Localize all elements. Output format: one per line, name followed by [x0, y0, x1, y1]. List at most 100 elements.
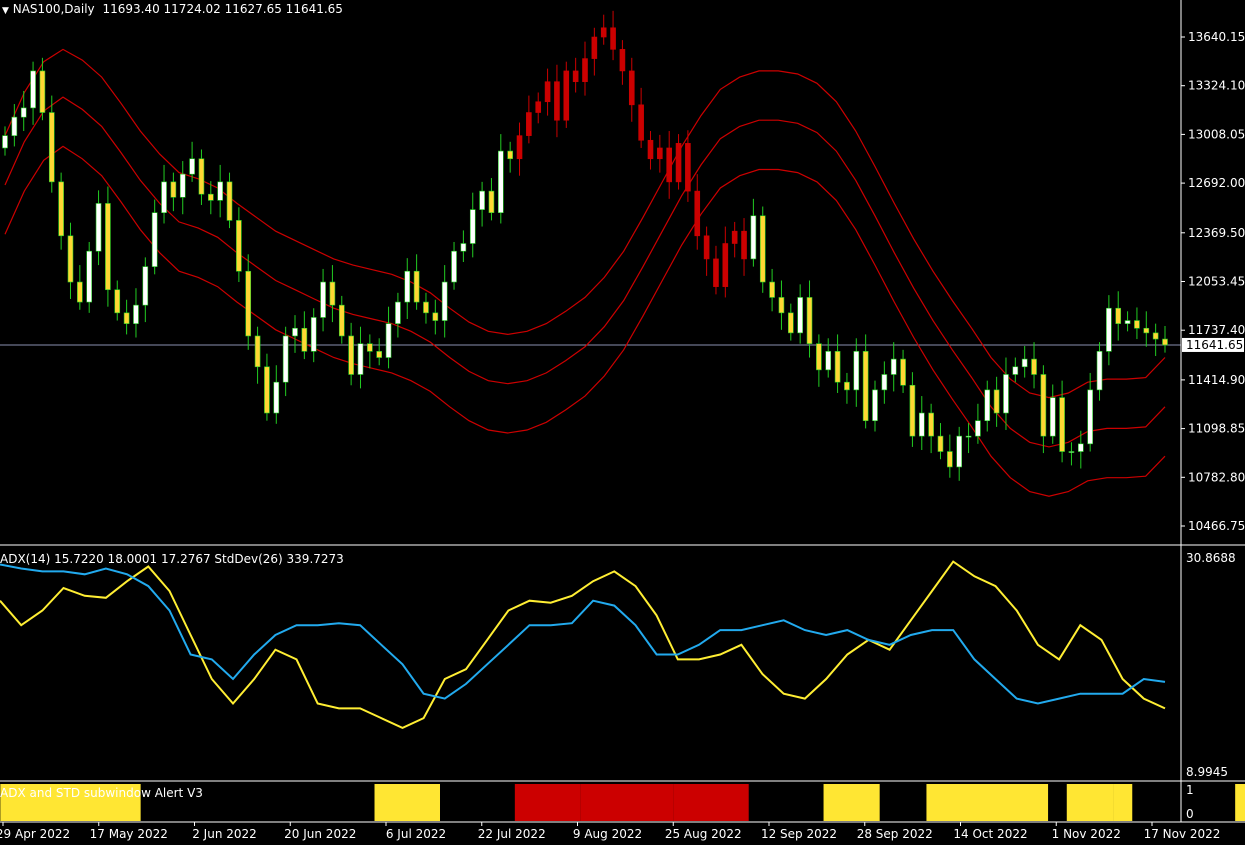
triangle-down-icon: ▼ [2, 6, 9, 16]
candle-body [685, 143, 691, 192]
candle-body [320, 281, 326, 318]
candle-body [179, 173, 186, 198]
candle-body [657, 147, 663, 160]
candle-body [189, 158, 195, 175]
price-tick-label: 13640.15 [1188, 30, 1245, 44]
candle-body [741, 230, 747, 260]
candle-body [816, 343, 822, 371]
candle-body [479, 190, 485, 210]
candle-body [20, 107, 27, 118]
candle-body [1031, 358, 1037, 375]
candle-body [572, 70, 579, 83]
alert-block-yellow [1066, 784, 1114, 821]
candle-body [713, 258, 719, 287]
candle-body [619, 49, 626, 72]
chart-canvas[interactable]: 13640.15 13324.10 13008.05 12692.00 12369.50… [0, 0, 1245, 845]
candle-body [610, 27, 616, 50]
current-price-label: 11641.65 [1186, 338, 1243, 352]
alert-block-red [580, 784, 674, 821]
candle-body [1068, 451, 1075, 453]
candle-body [853, 351, 860, 391]
candle-body [918, 412, 925, 437]
candle-body [694, 190, 701, 237]
price-tick-label: 10782.80 [1188, 470, 1245, 484]
adx-line [0, 560, 1166, 730]
candle-body [245, 270, 252, 337]
candle-body [142, 266, 149, 306]
time-tick-label: 12 Sep 2022 [761, 827, 837, 841]
candle-body [750, 215, 757, 260]
candle-body [965, 435, 972, 438]
candle-body [460, 243, 467, 252]
alert-block-yellow [823, 784, 880, 821]
candle-body [937, 435, 944, 452]
candle-body [301, 327, 308, 352]
candle-body [834, 351, 841, 383]
time-tick-label: 9 Aug 2022 [573, 827, 642, 841]
time-tick-label: 25 Aug 2022 [665, 827, 742, 841]
candle-body [591, 36, 598, 59]
candle-body [264, 366, 270, 414]
candle-body [769, 281, 775, 298]
candle-body [451, 250, 457, 283]
alert-block-red [673, 784, 749, 821]
candle-body [1106, 307, 1112, 352]
candle-body [123, 312, 130, 324]
candle-body [582, 58, 588, 83]
alert-block-yellow [1113, 784, 1133, 821]
candle-body [947, 451, 953, 468]
candle-body [95, 203, 102, 252]
candle-body [254, 335, 261, 368]
candle-body [928, 412, 934, 437]
candle-body [862, 351, 869, 422]
candle-body [432, 312, 439, 321]
candle-body [731, 230, 738, 244]
candle-body [872, 389, 878, 422]
candle-body [507, 150, 513, 160]
candle-body [1096, 351, 1103, 391]
candle-body [282, 335, 289, 383]
time-tick-label: 14 Oct 2022 [953, 827, 1027, 841]
price-tick-label: 11737.40 [1188, 323, 1245, 337]
candle-body [638, 104, 644, 141]
alert-block-yellow [1235, 784, 1245, 821]
candle-body [413, 270, 420, 303]
alert-block-yellow [374, 784, 440, 821]
candle-body [273, 381, 280, 414]
candle-body [498, 150, 504, 213]
candle-body [161, 181, 167, 213]
candle-body [469, 209, 476, 244]
alert-block-yellow [926, 784, 1049, 821]
candle-body [675, 143, 682, 183]
price-tick-label: 13008.05 [1188, 127, 1245, 141]
candle-body [844, 381, 850, 391]
candle-body [1021, 358, 1028, 368]
indicator-pane [0, 560, 1166, 730]
candle-body [11, 116, 18, 136]
candle-body [39, 70, 46, 113]
candle-body [67, 235, 74, 283]
candle-body [367, 343, 373, 352]
candle-body [58, 181, 64, 237]
candle-body [385, 323, 392, 358]
candle-body [1040, 374, 1047, 437]
candle-body [666, 147, 672, 183]
candle-body [825, 351, 832, 371]
price-tick-label: 11414.90 [1188, 373, 1245, 387]
candle-body [722, 243, 729, 287]
candle-body [563, 70, 570, 121]
time-tick-label: 2 Jun 2022 [192, 827, 257, 841]
candle-body [909, 384, 916, 437]
candle-body [105, 203, 111, 291]
ohlc-values: 11693.40 11724.02 11627.65 11641.65 [102, 2, 343, 16]
candle-body [77, 281, 83, 303]
candle-body [1124, 320, 1131, 324]
price-tick-label: 10466.75 [1188, 519, 1245, 533]
candle-body [1012, 366, 1019, 375]
candle-body [956, 435, 962, 468]
candle-body [329, 281, 336, 306]
candle-body [516, 135, 523, 160]
indicator-tick-label: 8.9945 [1186, 765, 1228, 779]
candle-body [544, 81, 551, 103]
candle-body [890, 358, 897, 375]
